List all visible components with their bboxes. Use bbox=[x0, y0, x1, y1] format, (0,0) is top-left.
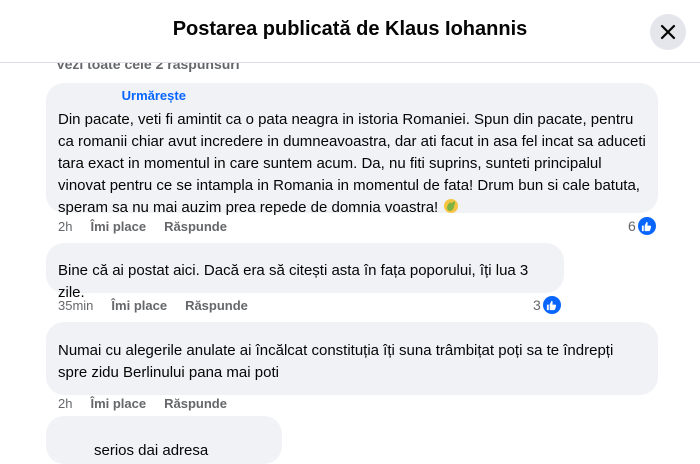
comment-actions: 2h Îmi place Răspunde bbox=[58, 396, 227, 411]
reaction-number: 3 bbox=[533, 297, 541, 313]
comment-text: Din pacate, veti fi amintit ca o pata ne… bbox=[58, 111, 646, 216]
like-button[interactable]: Îmi place bbox=[111, 298, 167, 313]
comment-text: serios dai adresa bbox=[94, 442, 209, 459]
like-icon bbox=[637, 217, 656, 235]
comment-time[interactable]: 35min bbox=[58, 298, 93, 313]
comment-time[interactable]: 2h bbox=[58, 219, 72, 234]
comment-actions: 35min Îmi place Răspunde bbox=[58, 298, 248, 313]
reply-button[interactable]: Răspunde bbox=[185, 298, 248, 313]
waving-hand-emoji-icon bbox=[444, 199, 459, 213]
reaction-count[interactable]: 6 bbox=[628, 217, 656, 235]
follow-button[interactable]: Urmărește bbox=[122, 88, 186, 103]
comment-time[interactable]: 2h bbox=[58, 396, 72, 411]
author-name[interactable] bbox=[58, 88, 118, 100]
comment-bubble: Numai cu alegerile anulate ai încălcat c… bbox=[46, 322, 658, 395]
close-button[interactable] bbox=[650, 14, 686, 50]
dialog-header: Postarea publicată de Klaus Iohannis bbox=[0, 0, 700, 63]
comment-bubble: Bine că ai postat aici. Dacă era să cite… bbox=[46, 243, 564, 301]
close-icon bbox=[660, 24, 676, 40]
like-button[interactable]: Îmi place bbox=[90, 396, 146, 411]
reaction-count[interactable]: 3 bbox=[533, 296, 561, 314]
comment-text: Numai cu alegerile anulate ai încălcat c… bbox=[58, 342, 614, 381]
like-icon bbox=[542, 296, 561, 314]
comment-author-row: Urmărește bbox=[58, 88, 186, 103]
reply-button[interactable]: Răspunde bbox=[164, 219, 227, 234]
author-name[interactable] bbox=[60, 420, 220, 436]
reaction-number: 6 bbox=[628, 218, 636, 234]
dialog-title: Postarea publicată de Klaus Iohannis bbox=[172, 18, 528, 40]
like-button[interactable]: Îmi place bbox=[90, 219, 146, 234]
comment-actions: 2h Îmi place Răspunde bbox=[58, 219, 227, 234]
comment-text: Bine că ai postat aici. Dacă era să cite… bbox=[58, 262, 529, 301]
reply-button[interactable]: Răspunde bbox=[164, 396, 227, 411]
